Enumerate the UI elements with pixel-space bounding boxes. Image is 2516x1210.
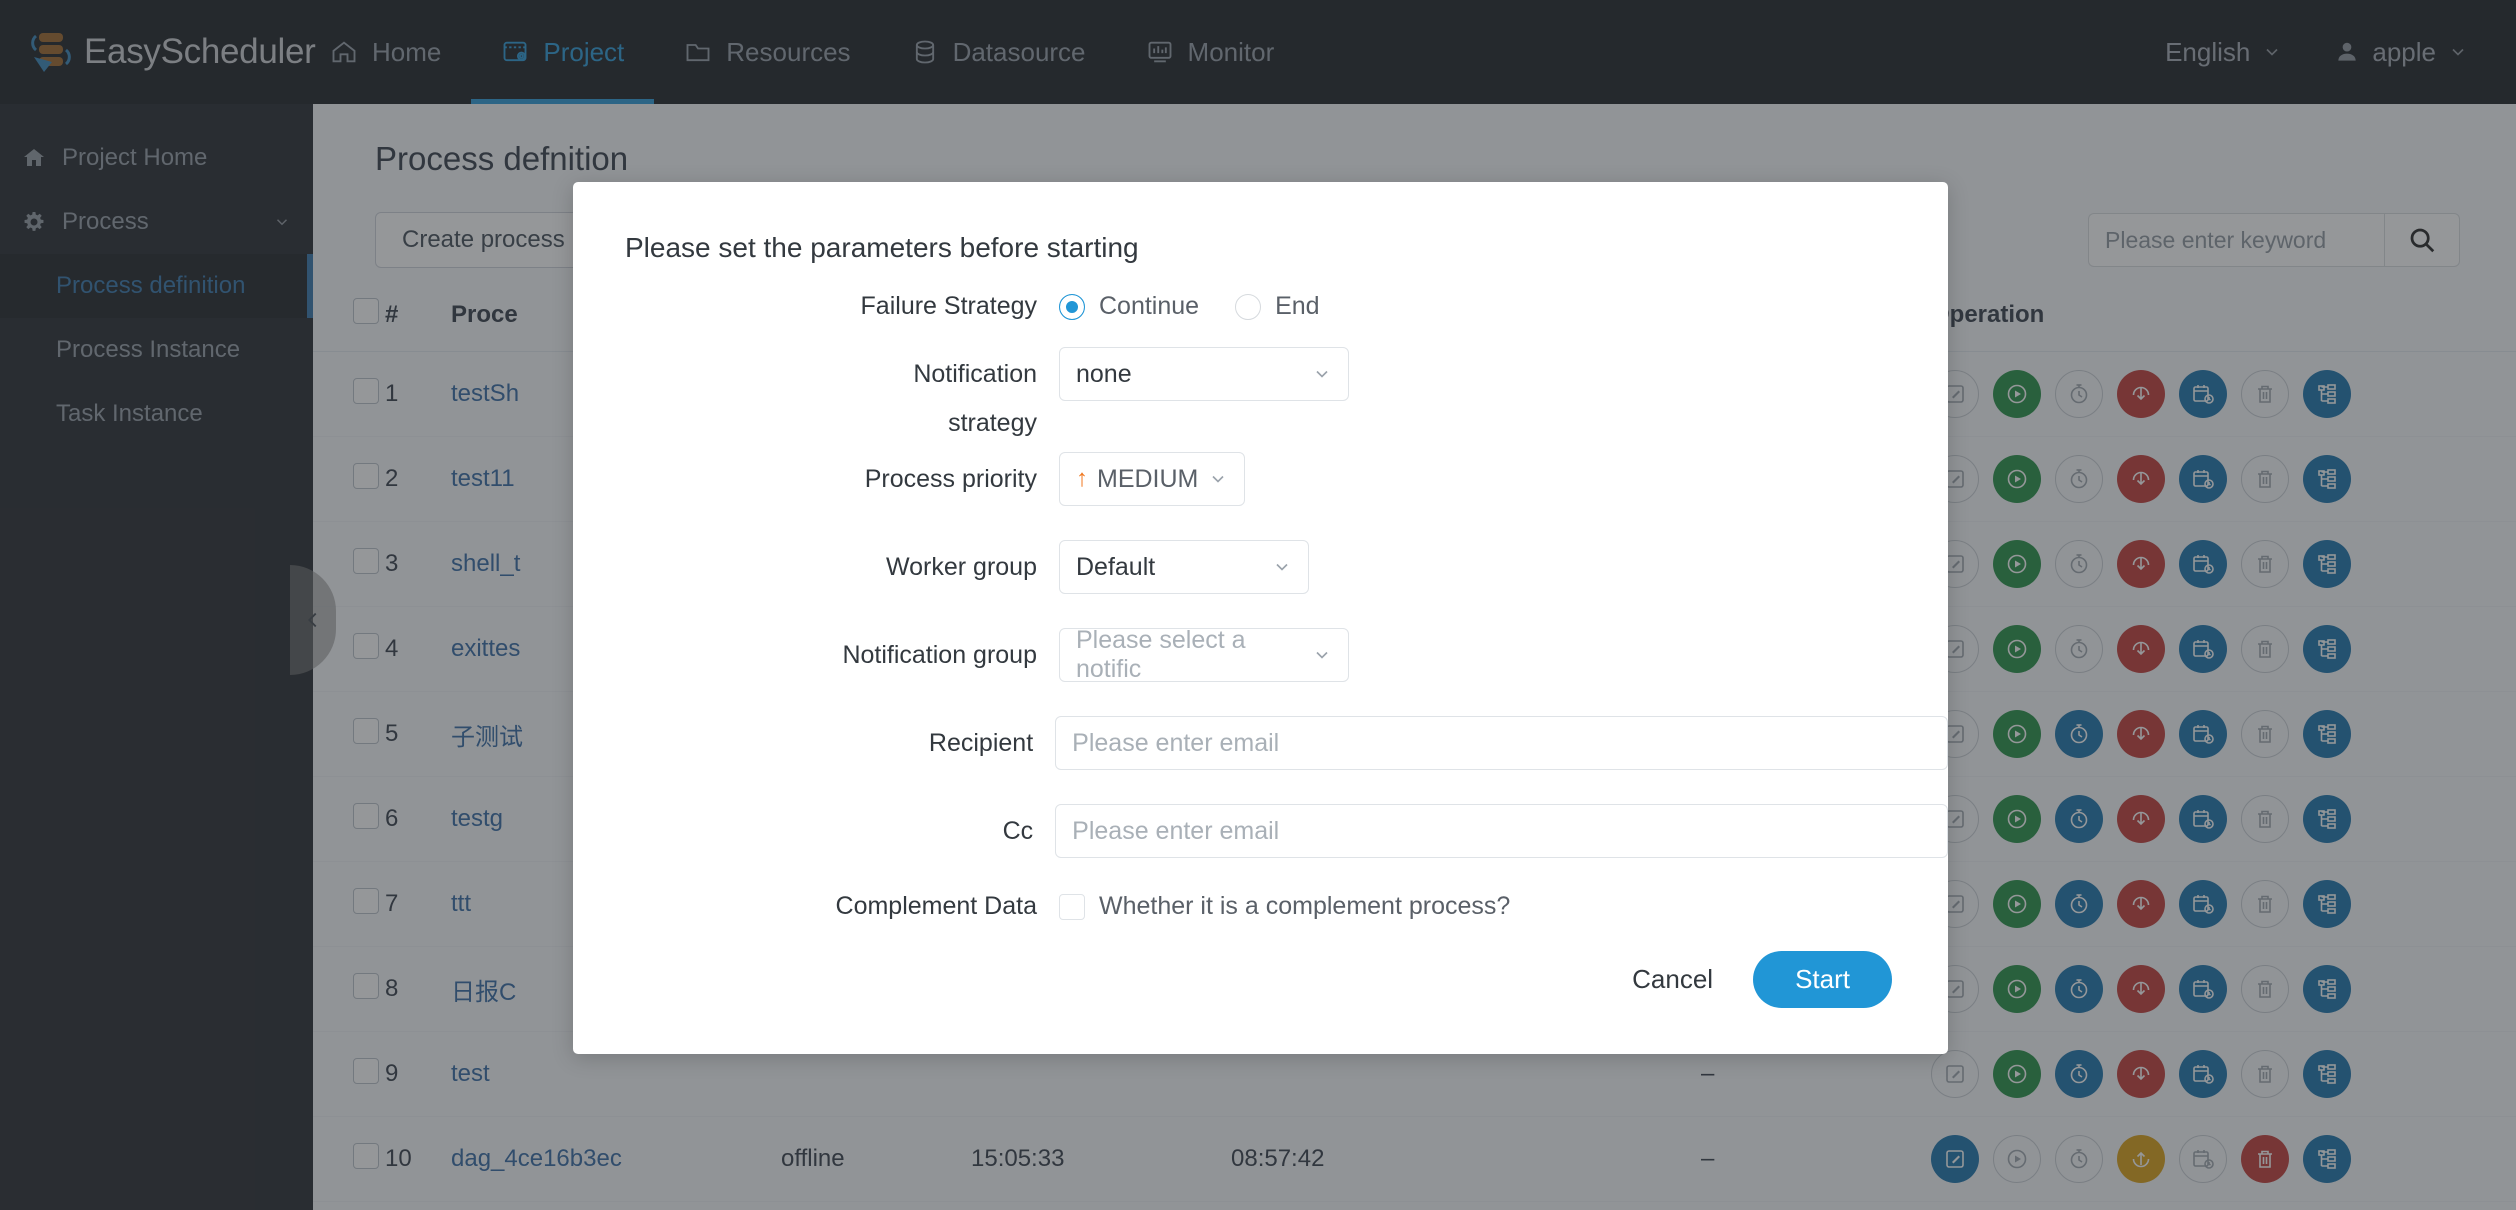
notification-group-placeholder: Please select a notific <box>1076 626 1246 683</box>
priority-arrow-icon: ↑ <box>1076 465 1088 492</box>
label-failure-strategy: Failure Strategy <box>860 292 1037 320</box>
label-notification-strategy-line1: Notification <box>913 360 1037 388</box>
field-recipient: Recipient <box>573 716 1948 770</box>
notification-strategy-select[interactable]: none <box>1059 347 1349 401</box>
dialog-title: Please set the parameters before startin… <box>625 232 1139 263</box>
worker-group-select[interactable]: Default <box>1059 540 1309 594</box>
field-failure-strategy: Failure Strategy Continue End <box>573 292 1948 321</box>
chevron-down-icon <box>1208 469 1228 489</box>
field-process-priority: Process priority ↑ MEDIUM <box>573 452 1948 506</box>
cc-input[interactable] <box>1055 804 1948 858</box>
radio-end-dot <box>1235 293 1262 320</box>
radio-continue[interactable]: Continue <box>1059 292 1199 321</box>
process-priority-value: MEDIUM <box>1097 464 1199 493</box>
worker-group-value: Default <box>1076 552 1156 581</box>
dialog-footer: Cancel Start <box>1626 951 1892 1008</box>
label-cc: Cc <box>1002 816 1034 845</box>
label-notification-strategy-line2: strategy <box>948 409 1037 437</box>
recipient-input[interactable] <box>1055 716 1948 770</box>
cancel-button[interactable]: Cancel <box>1626 954 1719 1005</box>
chevron-down-icon <box>1312 364 1332 384</box>
complement-checkbox-row[interactable]: Whether it is a complement process? <box>1059 892 1510 921</box>
chevron-down-icon <box>1312 645 1332 665</box>
radio-continue-dot <box>1059 293 1085 320</box>
field-worker-group: Worker group Default <box>573 540 1948 594</box>
label-worker-group: Worker group <box>886 552 1037 581</box>
complement-checkbox-label: Whether it is a complement process? <box>1099 892 1511 920</box>
radio-end[interactable]: End <box>1235 292 1320 321</box>
start-process-dialog: Please set the parameters before startin… <box>573 182 1948 1054</box>
label-notification-group: Notification group <box>842 640 1037 669</box>
field-notification-group: Notification group Please select a notif… <box>573 626 1948 683</box>
process-priority-select[interactable]: ↑ MEDIUM <box>1059 452 1245 506</box>
complement-checkbox[interactable] <box>1059 893 1085 920</box>
radio-end-label: End <box>1275 292 1320 320</box>
field-notification-strategy: Notification strategy none <box>573 347 1948 438</box>
field-complement-data: Complement Data Whether it is a compleme… <box>573 892 1948 921</box>
chevron-down-icon <box>1272 557 1292 577</box>
radio-continue-label: Continue <box>1099 292 1200 320</box>
start-button[interactable]: Start <box>1753 951 1892 1008</box>
notification-group-select[interactable]: Please select a notific <box>1059 626 1349 683</box>
notification-strategy-value: none <box>1076 359 1132 388</box>
failure-strategy-radio-group: Continue End <box>1059 292 1320 321</box>
label-process-priority: Process priority <box>864 464 1037 493</box>
app-root: EasyScheduler Home <box>0 0 2516 1210</box>
label-recipient: Recipient <box>928 728 1034 757</box>
label-complement-data: Complement Data <box>835 892 1037 920</box>
field-cc: Cc <box>573 804 1948 858</box>
